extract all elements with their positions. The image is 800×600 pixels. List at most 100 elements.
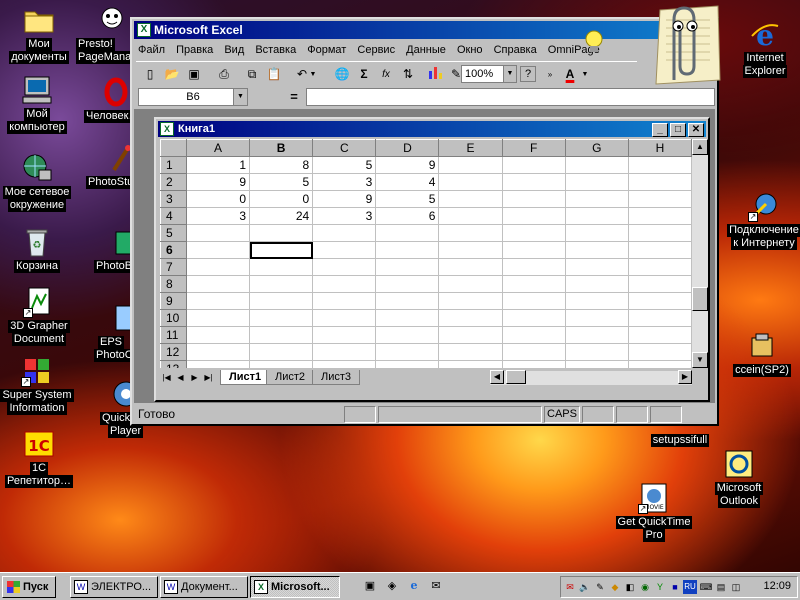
row-header[interactable]: 3 [160, 190, 187, 208]
cell-G5[interactable] [564, 224, 629, 242]
taskbar-task-excel[interactable]: X Microsoft... [250, 576, 340, 598]
cell-G2[interactable] [564, 173, 629, 191]
cell-E1[interactable] [438, 156, 503, 174]
print-icon[interactable]: ⎙ [214, 65, 234, 84]
save-disk-icon[interactable]: ▣ [184, 65, 204, 84]
menu-file[interactable]: Файл [134, 41, 169, 56]
vertical-scrollbar[interactable]: ▲ ▼ [692, 139, 708, 368]
column-header[interactable]: F [501, 139, 566, 157]
cell-H10[interactable] [627, 309, 692, 327]
cell-H9[interactable] [627, 292, 692, 310]
tray-app-icon[interactable]: ◧ [623, 580, 637, 594]
cell-A5[interactable] [185, 224, 251, 242]
scroll-left-icon[interactable]: ◀ [490, 370, 504, 384]
cell-C9[interactable] [312, 292, 377, 310]
row-header[interactable]: 8 [160, 275, 187, 293]
row-header[interactable]: 1 [160, 156, 187, 174]
cell-F12[interactable] [501, 343, 566, 361]
tray-app-icon[interactable]: ▤ [714, 580, 728, 594]
cell-H13[interactable] [627, 360, 692, 368]
close-icon[interactable]: ✕ [688, 123, 704, 137]
vertical-scroll-thumb[interactable] [692, 287, 708, 311]
cell-C4[interactable]: 3 [312, 207, 377, 225]
row-header[interactable]: 7 [160, 258, 187, 276]
cell-B8[interactable] [249, 275, 314, 293]
cell-B1[interactable]: 8 [249, 156, 314, 174]
cell-D10[interactable] [375, 309, 440, 327]
cell-D7[interactable] [375, 258, 440, 276]
tray-app-icon[interactable]: ◆ [608, 580, 622, 594]
cell-F4[interactable] [501, 207, 566, 225]
cell-C8[interactable] [312, 275, 377, 293]
cell-A2[interactable]: 9 [185, 173, 251, 191]
cell-B6[interactable] [249, 241, 314, 259]
cell-C10[interactable] [312, 309, 377, 327]
tray-app-icon[interactable]: Y [653, 580, 667, 594]
cell-D5[interactable] [375, 224, 440, 242]
tray-app-icon[interactable]: ◉ [638, 580, 652, 594]
cell-D8[interactable] [375, 275, 440, 293]
row-header[interactable]: 5 [160, 224, 187, 242]
last-sheet-icon[interactable]: ▶| [202, 371, 215, 385]
excel-app-icon[interactable]: X [137, 23, 151, 37]
name-box[interactable]: B6 ▼ [138, 88, 248, 106]
menu-insert[interactable]: Вставка [251, 41, 300, 56]
spreadsheet-grid[interactable]: A B C D E F G H 1 1 8 5 9 2 9 5 3 4 3 0 0 9 5 4 3 24 3 6 5 6 7… [160, 139, 692, 368]
row-header[interactable]: 10 [160, 309, 187, 327]
cell-G6[interactable] [564, 241, 629, 259]
desktop-icon-internet-explorer[interactable]: e Internet Explorer [728, 18, 800, 78]
cell-E9[interactable] [438, 292, 503, 310]
cell-G11[interactable] [564, 326, 629, 344]
volume-icon[interactable]: 🔈 [578, 580, 592, 594]
row-header[interactable]: 9 [160, 292, 187, 310]
maximize-icon[interactable]: □ [670, 123, 686, 137]
scroll-right-icon[interactable]: ▶ [678, 370, 692, 384]
menu-format[interactable]: Формат [303, 41, 350, 56]
desktop-icon-recycle-bin[interactable]: ♻ Корзина [0, 226, 74, 273]
cell-H6[interactable] [627, 241, 692, 259]
cell-H8[interactable] [627, 275, 692, 293]
tray-app-icon[interactable]: ✉ [563, 580, 577, 594]
column-header[interactable]: C [312, 139, 377, 157]
cell-A13[interactable] [185, 360, 251, 368]
toolbar-options-icon[interactable]: » [540, 65, 560, 84]
cell-C6[interactable] [312, 241, 377, 259]
office-assistant[interactable] [585, 0, 722, 88]
desktop-icon-outlook[interactable]: Microsoft Outlook [702, 448, 776, 508]
cell-B11[interactable] [249, 326, 314, 344]
cell-F5[interactable] [501, 224, 566, 242]
desktop-icon-super-system-info[interactable]: ↗ Super System Information [0, 355, 74, 415]
cell-A1[interactable]: 1 [185, 156, 251, 174]
menu-window[interactable]: Окно [453, 41, 487, 56]
launch-tool-icon[interactable]: ◈ [384, 578, 400, 594]
cell-E10[interactable] [438, 309, 503, 327]
cell-E12[interactable] [438, 343, 503, 361]
cell-E7[interactable] [438, 258, 503, 276]
cell-C1[interactable]: 5 [312, 156, 377, 174]
open-folder-icon[interactable]: 📂 [162, 65, 182, 84]
cell-B7[interactable] [249, 258, 314, 276]
edit-formula-button[interactable]: = [284, 88, 304, 106]
font-color-icon[interactable]: A [560, 65, 580, 84]
tray-app-icon[interactable]: ■ [668, 580, 682, 594]
cell-G13[interactable] [564, 360, 629, 368]
taskbar-task-document[interactable]: W Документ... [160, 576, 248, 598]
cell-B9[interactable] [249, 292, 314, 310]
cell-F1[interactable] [501, 156, 566, 174]
cell-A7[interactable] [185, 258, 251, 276]
start-button[interactable]: Пуск [2, 576, 56, 598]
cell-H4[interactable] [627, 207, 692, 225]
scroll-up-icon[interactable]: ▲ [692, 139, 708, 155]
insert-function-icon[interactable]: fx [376, 65, 396, 84]
help-assistant-icon[interactable]: ? [520, 66, 536, 82]
column-header[interactable]: H [627, 139, 692, 157]
cell-A9[interactable] [185, 292, 251, 310]
row-header[interactable]: 11 [160, 326, 187, 344]
clock[interactable]: 12:09 [763, 580, 791, 592]
desktop-icon-internet-connect[interactable]: ↗ Подключение к Интернету [726, 190, 800, 250]
cell-H1[interactable] [627, 156, 692, 174]
cell-A10[interactable] [185, 309, 251, 327]
desktop-icon-my-documents[interactable]: Мои документы [2, 4, 76, 64]
cell-F11[interactable] [501, 326, 566, 344]
desktop-icon-network[interactable]: Мое сетевое окружение [0, 152, 74, 212]
